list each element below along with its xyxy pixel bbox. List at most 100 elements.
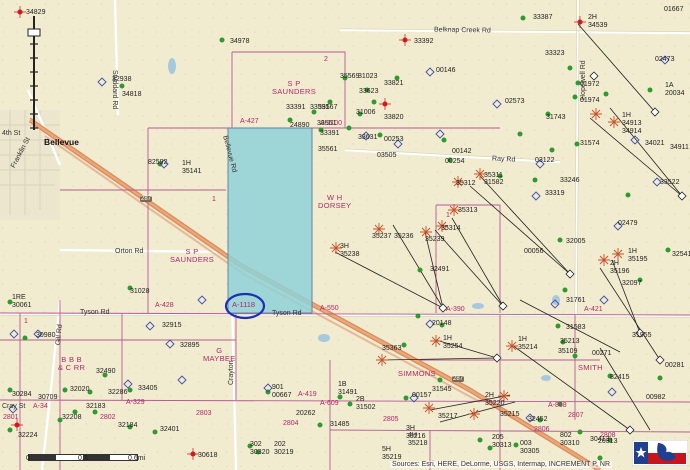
well-label[interactable]: 02473 xyxy=(655,56,674,63)
well-label[interactable]: 34021 xyxy=(645,140,664,147)
zoom-slider-thumb[interactable] xyxy=(27,28,41,37)
well-label[interactable]: 33821 xyxy=(384,80,403,87)
well-label[interactable]: 03122 xyxy=(535,157,554,164)
well-label[interactable]: 2H 34539 xyxy=(588,14,607,30)
well-label[interactable]: 20148 xyxy=(432,320,451,327)
well-label[interactable]: 01972 xyxy=(580,81,599,88)
map-canvas[interactable]: Bellevue Belknap Creek Rd Studdard Rd Ra… xyxy=(0,0,690,470)
well-label[interactable]: 35109 xyxy=(558,348,577,355)
well-label[interactable]: 32208 xyxy=(62,414,81,421)
well-label[interactable]: 3H 35238 xyxy=(340,243,359,259)
well-label[interactable]: 30413 xyxy=(590,436,609,443)
zoom-slider[interactable] xyxy=(19,10,49,136)
well-label[interactable]: 33391 xyxy=(286,104,305,111)
well-label[interactable]: 35239 xyxy=(425,236,444,243)
well-label[interactable]: 32183 xyxy=(86,403,105,410)
well-label[interactable]: 00056 xyxy=(524,248,543,255)
well-label[interactable]: 03505 xyxy=(377,152,396,159)
well-label[interactable]: 32224 xyxy=(18,432,37,439)
well-label[interactable]: 1H 35141 xyxy=(182,160,201,176)
well-label[interactable]: 1RE 30061 xyxy=(12,294,31,310)
well-label[interactable]: 00142 xyxy=(452,148,471,155)
well-label[interactable]: 33405 xyxy=(138,385,157,392)
well-label[interactable]: 00146 xyxy=(436,67,455,74)
well-label[interactable]: 2H 35196 xyxy=(610,260,629,276)
well-label[interactable]: 33392 xyxy=(414,38,433,45)
well-label[interactable]: 205 30313 xyxy=(492,434,511,450)
well-label[interactable]: 32938 xyxy=(112,76,131,83)
well-label[interactable]: 2B 31502 xyxy=(356,396,375,412)
well-label[interactable]: 35312 xyxy=(456,180,475,187)
well-label[interactable]: 32005 xyxy=(566,238,585,245)
well-label[interactable]: 24890 xyxy=(290,122,309,129)
well-label[interactable]: 31574 xyxy=(580,140,599,147)
well-label[interactable]: 02573 xyxy=(505,98,524,105)
well-label[interactable]: 33522 xyxy=(660,179,679,186)
well-label[interactable]: 35237 xyxy=(372,233,391,240)
well-label[interactable]: 1A 20034 xyxy=(665,82,684,98)
well-label[interactable]: 32490 xyxy=(96,368,115,375)
well-label[interactable]: 302 30320 xyxy=(250,441,269,457)
well-label[interactable]: 003 30305 xyxy=(520,440,539,456)
well-label[interactable]: 30980 xyxy=(36,332,55,339)
well-label[interactable]: 35236 xyxy=(394,233,413,240)
well-label[interactable]: 33391 xyxy=(320,130,339,137)
well-label[interactable]: 33319 xyxy=(545,190,564,197)
well-label[interactable]: 5H 35219 xyxy=(382,446,401,462)
well-label[interactable]: 01667 xyxy=(664,6,683,13)
well-label[interactable]: 1H 35214 xyxy=(518,336,537,352)
well-label[interactable]: 32541 xyxy=(672,251,690,258)
well-label[interactable]: 00281 xyxy=(665,362,684,369)
well-label[interactable]: 31761 xyxy=(566,297,585,304)
well-label[interactable]: 35313 xyxy=(458,207,477,214)
well-label[interactable]: 00982 xyxy=(646,394,665,401)
well-label[interactable]: 32020 xyxy=(70,386,89,393)
well-label[interactable]: 33246 xyxy=(560,177,579,184)
well-label[interactable]: 20262 xyxy=(296,410,315,417)
well-label[interactable]: 31743 xyxy=(546,114,565,121)
well-label[interactable]: 35363 xyxy=(382,345,401,352)
well-label[interactable]: 1H 35195 xyxy=(628,248,647,264)
well-label[interactable]: 32286 xyxy=(108,389,127,396)
well-label[interactable]: 802 30310 xyxy=(560,432,579,448)
well-label[interactable]: 31485 xyxy=(330,421,349,428)
well-label[interactable]: 2H 35220 xyxy=(485,392,504,408)
well-label[interactable]: 82415 xyxy=(610,374,629,381)
well-label[interactable]: 4H 35218 xyxy=(408,432,427,448)
well-label[interactable]: 33631 xyxy=(358,134,377,141)
well-label[interactable]: 33387 xyxy=(533,14,552,21)
well-label[interactable]: 202 30219 xyxy=(274,441,293,457)
well-label[interactable]: 00254 xyxy=(445,158,464,165)
well-label[interactable]: 34911 xyxy=(670,144,689,151)
well-label[interactable]: 33623 xyxy=(359,88,378,95)
well-label[interactable]: 32401 xyxy=(160,426,179,433)
well-label[interactable]: 31028 xyxy=(130,288,149,295)
well-label[interactable]: 82592 xyxy=(148,159,167,166)
well-label[interactable]: 00271 xyxy=(592,350,611,357)
well-label[interactable]: 35217 xyxy=(438,413,457,420)
survey-label-highlighted[interactable]: A-1118 xyxy=(232,301,255,309)
well-label[interactable]: 34914 xyxy=(622,128,641,135)
well-label[interactable]: 34818 xyxy=(122,91,141,98)
well-label[interactable]: 33561 xyxy=(317,120,336,127)
well-label[interactable]: 34978 xyxy=(230,38,249,45)
well-label[interactable]: 33323 xyxy=(545,50,564,57)
well-label[interactable]: 32915 xyxy=(162,322,181,329)
well-label[interactable]: 01974 xyxy=(580,97,599,104)
well-label[interactable]: 31006 xyxy=(356,109,375,116)
well-label[interactable]: 00157 xyxy=(412,392,431,399)
well-label[interactable]: 35215 xyxy=(500,411,519,418)
well-label[interactable]: 00253 xyxy=(384,136,403,143)
well-label[interactable]: 31582 xyxy=(484,179,503,186)
well-label[interactable]: 31583 xyxy=(566,324,585,331)
well-label[interactable]: 32184 xyxy=(118,422,137,429)
well-label[interactable]: 30618 xyxy=(198,452,217,459)
well-label[interactable]: 32097 xyxy=(622,280,641,287)
well-label[interactable]: 32895 xyxy=(180,342,199,349)
well-label[interactable]: 1H 34913 xyxy=(622,112,641,128)
well-label[interactable]: 32491 xyxy=(430,266,449,273)
well-label[interactable]: 31023 xyxy=(358,73,377,80)
well-label[interactable]: 33820 xyxy=(384,114,403,121)
well-label[interactable]: 1H 35254 xyxy=(443,335,462,351)
well-label[interactable]: 35569 xyxy=(340,73,359,80)
